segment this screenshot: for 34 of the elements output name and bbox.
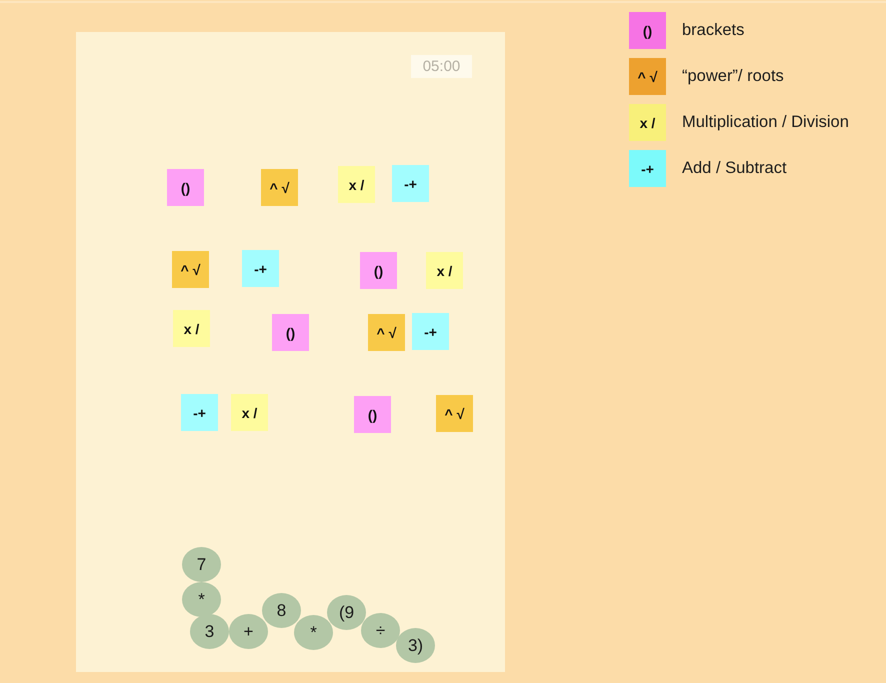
- expression-token[interactable]: 7: [182, 547, 221, 582]
- operator-tile[interactable]: x /: [173, 310, 210, 347]
- legend-swatch: x /: [629, 104, 666, 141]
- operator-tile[interactable]: x /: [426, 252, 463, 289]
- operator-tile[interactable]: x /: [338, 166, 375, 203]
- expression-token[interactable]: 8: [262, 593, 301, 628]
- operator-tile[interactable]: x /: [231, 394, 268, 431]
- expression-token[interactable]: 3): [396, 628, 435, 663]
- operator-tile[interactable]: ^ √: [172, 251, 209, 288]
- legend-label: “power”/ roots: [682, 67, 784, 86]
- operator-tile[interactable]: (): [354, 396, 391, 433]
- operator-tile[interactable]: -+: [181, 394, 218, 431]
- legend-swatch: ^ √: [629, 58, 666, 95]
- expression-token[interactable]: 3: [190, 614, 229, 649]
- operator-tile[interactable]: (): [272, 314, 309, 351]
- operator-tile[interactable]: ^ √: [368, 314, 405, 351]
- operator-tile[interactable]: (): [167, 169, 204, 206]
- legend-label: Add / Subtract: [682, 159, 787, 178]
- legend-label: Multiplication / Division: [682, 113, 849, 132]
- operator-tile[interactable]: ^ √: [261, 169, 298, 206]
- expression-token[interactable]: +: [229, 614, 268, 649]
- operator-tile[interactable]: (): [360, 252, 397, 289]
- operator-tile[interactable]: -+: [392, 165, 429, 202]
- expression-token[interactable]: *: [182, 582, 221, 617]
- operator-tile[interactable]: -+: [412, 313, 449, 350]
- legend-label: brackets: [682, 21, 744, 40]
- operator-tile[interactable]: -+: [242, 250, 279, 287]
- legend-swatch: (): [629, 12, 666, 49]
- timer-display: 05:00: [411, 55, 472, 78]
- operator-tile[interactable]: ^ √: [436, 395, 473, 432]
- legend-swatch: -+: [629, 150, 666, 187]
- expression-token[interactable]: ÷: [361, 613, 400, 648]
- expression-token[interactable]: (9: [327, 595, 366, 630]
- expression-token[interactable]: *: [294, 615, 333, 650]
